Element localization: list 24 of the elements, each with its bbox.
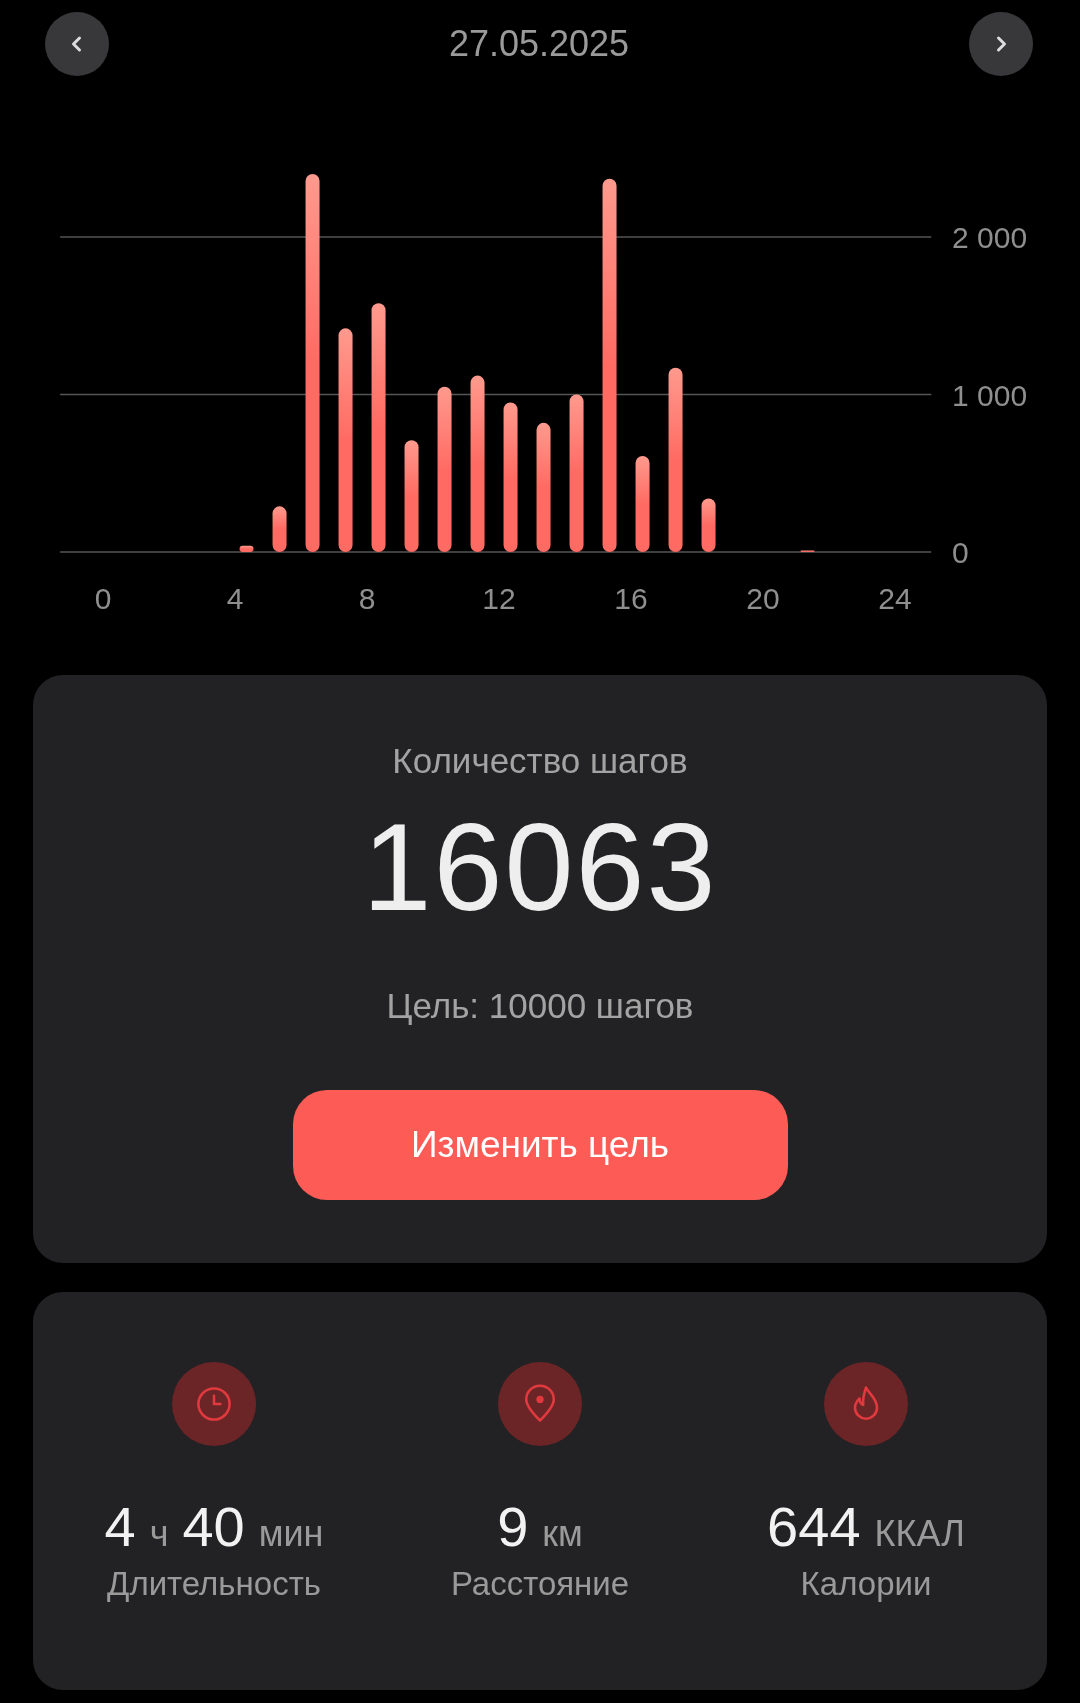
y-axis-label: 1 000 — [952, 378, 1028, 412]
steps-title: Количество шагов — [392, 741, 688, 781]
stat-value: 644 ККАЛ — [767, 1494, 965, 1559]
x-axis-label: 12 — [482, 582, 516, 615]
x-axis-label: 24 — [878, 582, 912, 615]
y-axis-label: 2 000 — [952, 221, 1028, 254]
x-axis-label: 20 — [746, 582, 780, 615]
bar — [272, 506, 287, 552]
stat-label: Длительность — [107, 1565, 321, 1603]
step-count: 16063 — [362, 797, 718, 938]
stat-value: 4 ч 40 мин — [104, 1494, 324, 1559]
stat-label: Расстояние — [450, 1565, 630, 1603]
x-axis-label: 0 — [94, 582, 112, 615]
date-title: 27.05.2025 — [448, 23, 630, 65]
x-axis-label: 4 — [226, 582, 244, 615]
change-goal-button[interactable]: Изменить цель — [292, 1089, 788, 1200]
x-axis-label: 8 — [358, 582, 376, 615]
bar — [701, 498, 716, 552]
stat-value: 9 км — [497, 1494, 583, 1559]
x-axis-label: 16 — [614, 582, 648, 615]
goal-text: Цель: 10000 шагов — [386, 985, 694, 1026]
y-axis-label: 0 — [952, 536, 969, 569]
stat-label: Калории — [800, 1565, 932, 1603]
bar — [239, 545, 254, 552]
